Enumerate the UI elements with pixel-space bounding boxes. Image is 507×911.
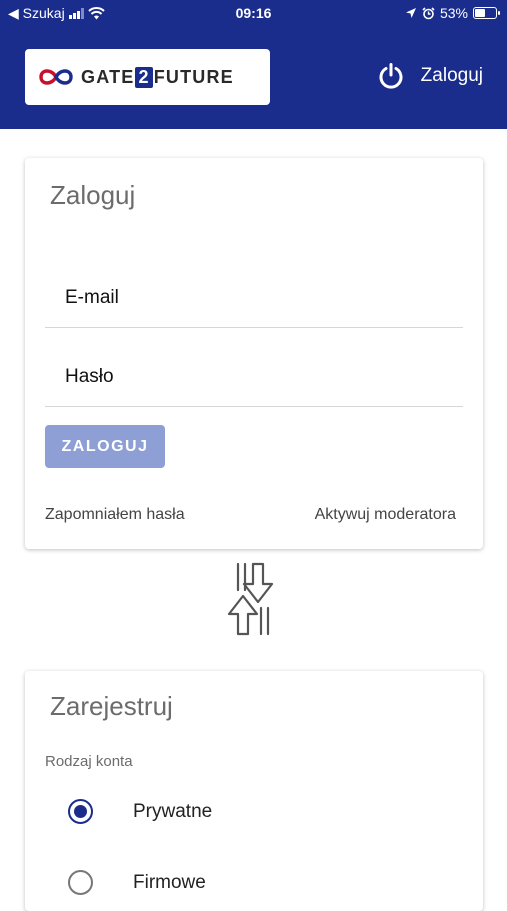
account-type-private-option[interactable]: Prywatne <box>68 799 212 824</box>
logo-text: GATE 2 FUTURE <box>81 66 234 88</box>
register-card: Zarejestruj Rodzaj konta Prywatne Firmow… <box>25 671 483 911</box>
radio-private-label: Prywatne <box>133 800 213 822</box>
register-card-title: Zarejestruj <box>50 691 173 721</box>
header-login-label: Zaloguj <box>420 65 483 86</box>
activate-moderator-link[interactable]: Aktywuj moderatora <box>315 506 456 524</box>
password-input[interactable] <box>45 347 463 406</box>
status-right: 53% <box>405 5 500 21</box>
account-type-label: Rodzaj konta <box>45 753 133 770</box>
login-card-title: Zaloguj <box>50 180 136 210</box>
radio-business-label: Firmowe <box>133 871 206 893</box>
login-submit-button[interactable]: ZALOGUJ <box>45 425 165 468</box>
forgot-password-link[interactable]: Zapomniałem hasła <box>45 506 185 524</box>
exchange-arrows-icon <box>227 562 274 636</box>
power-icon <box>379 63 403 89</box>
alarm-icon <box>422 6 435 19</box>
status-bar: ◀ Szukaj 09:16 53% <box>0 0 507 28</box>
battery-icon <box>473 7 500 19</box>
battery-fill <box>475 9 486 17</box>
logo-text-gate: GATE <box>81 66 135 87</box>
location-arrow-icon <box>405 8 416 18</box>
logo-text-2: 2 <box>135 66 153 88</box>
email-field-wrapper <box>45 268 463 328</box>
battery-percent: 53% <box>439 5 468 21</box>
infinity-logo-icon <box>39 69 73 85</box>
gate2future-logo[interactable]: GATE 2 FUTURE <box>25 49 270 105</box>
app-header: GATE 2 FUTURE Zaloguj <box>0 28 507 129</box>
account-type-business-option[interactable]: Firmowe <box>68 870 206 895</box>
email-input[interactable] <box>45 268 463 327</box>
logo-text-future: FUTURE <box>153 66 234 87</box>
password-field-wrapper <box>45 347 463 407</box>
header-login-button[interactable]: Zaloguj <box>377 62 483 90</box>
radio-private[interactable] <box>68 799 93 824</box>
radio-business[interactable] <box>68 870 93 895</box>
login-card: Zaloguj ZALOGUJ Zapomniałem hasła Aktywu… <box>25 158 483 549</box>
